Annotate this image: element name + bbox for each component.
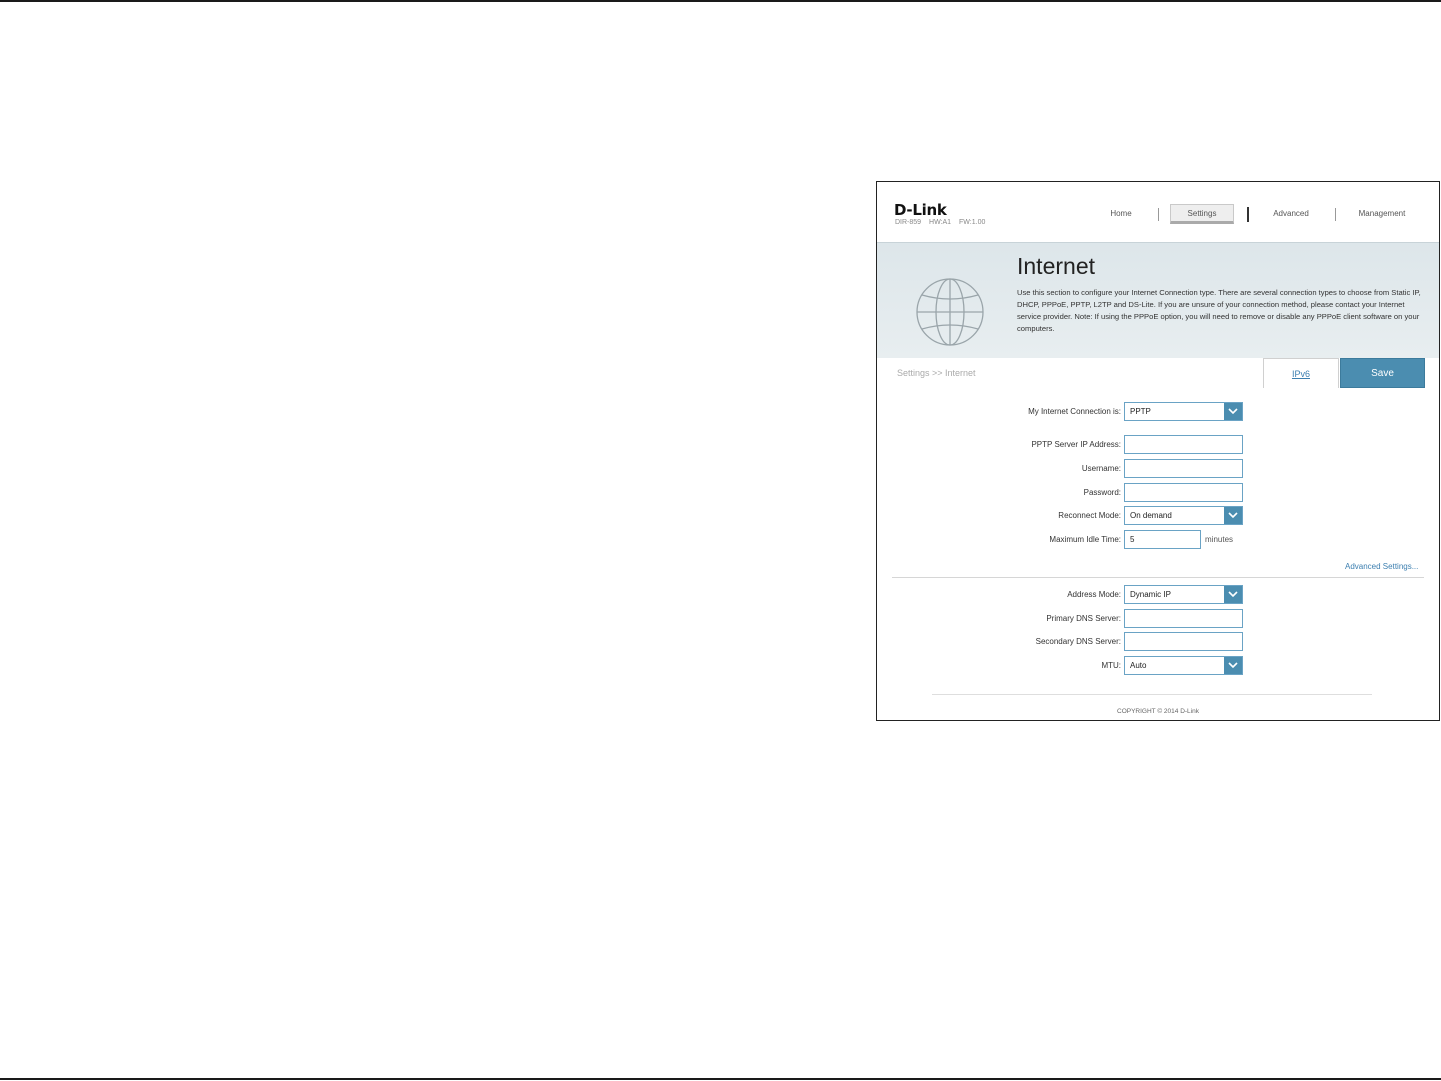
address-mode-select[interactable]: Dynamic IP — [1124, 585, 1243, 604]
connection-type-row: My Internet Connection is: PPTP — [877, 402, 1439, 422]
mtu-label: MTU: — [1101, 661, 1121, 670]
username-row: Username: — [877, 459, 1439, 479]
nav-separator — [1335, 208, 1336, 221]
username-input[interactable] — [1124, 459, 1243, 478]
page-description: Use this section to configure your Inter… — [1017, 288, 1421, 333]
username-label: Username: — [1081, 464, 1121, 473]
primary-dns-label: Primary DNS Server: — [1046, 614, 1121, 623]
nav-settings[interactable]: Settings — [1170, 204, 1234, 224]
nav-separator — [1247, 207, 1249, 222]
mtu-row: MTU: Auto — [877, 656, 1439, 676]
password-label: Password: — [1083, 488, 1121, 497]
secondary-dns-row: Secondary DNS Server: — [877, 632, 1439, 652]
nav-management[interactable]: Management — [1347, 204, 1417, 224]
dlink-logo: D-Link — [894, 201, 947, 219]
address-mode-label: Address Mode: — [1067, 590, 1121, 599]
nav-home[interactable]: Home — [1099, 204, 1143, 224]
copyright: COPYRIGHT © 2014 D-Link — [1117, 708, 1199, 715]
mtu-value: Auto — [1130, 661, 1147, 670]
address-mode-value: Dynamic IP — [1130, 590, 1171, 599]
nav-advanced[interactable]: Advanced — [1263, 204, 1319, 224]
page-title: Internet — [1017, 253, 1095, 279]
chevron-down-icon[interactable] — [1224, 403, 1242, 420]
page-top-rule — [0, 0, 1441, 2]
idle-time-row: Maximum Idle Time: 5 minutes — [877, 530, 1439, 550]
idle-time-unit: minutes — [1205, 535, 1234, 544]
secondary-dns-label: Secondary DNS Server: — [1035, 637, 1121, 646]
connection-type-value: PPTP — [1130, 407, 1151, 416]
model-label: DIR-859 — [895, 219, 922, 226]
connection-type-label: My Internet Connection is: — [1028, 407, 1121, 416]
footer-divider — [932, 694, 1372, 695]
chevron-down-icon[interactable] — [1224, 657, 1242, 674]
idle-time-input[interactable]: 5 — [1124, 530, 1201, 549]
chevron-down-icon[interactable] — [1224, 507, 1242, 524]
server-ip-row: PPTP Server IP Address: — [877, 435, 1439, 455]
router-settings-window: D-Link DIR-859 HW:A1 FW:1.00 Home Settin… — [876, 181, 1440, 721]
fw-label: FW:1.00 — [959, 219, 986, 226]
nav-separator — [1158, 208, 1159, 221]
hw-label: HW:A1 — [929, 219, 952, 226]
device-info: DIR-859 HW:A1 FW:1.00 — [895, 219, 991, 226]
header: D-Link DIR-859 HW:A1 FW:1.00 Home Settin… — [877, 182, 1439, 242]
page-banner: Internet Use this section to configure y… — [877, 242, 1439, 359]
server-ip-label: PPTP Server IP Address: — [1031, 440, 1121, 449]
save-button[interactable]: Save — [1340, 358, 1425, 388]
page-bottom-rule — [0, 1078, 1441, 1080]
globe-icon — [916, 278, 984, 346]
reconnect-mode-value: On demand — [1130, 511, 1172, 520]
mtu-select[interactable]: Auto — [1124, 656, 1243, 675]
secondary-dns-input[interactable] — [1124, 632, 1243, 651]
reconnect-mode-row: Reconnect Mode: On demand — [877, 506, 1439, 526]
ipv6-tab[interactable]: IPv6 — [1263, 358, 1339, 388]
password-row: Password: — [877, 483, 1439, 503]
breadcrumb: Settings >> Internet — [897, 368, 976, 378]
idle-time-label: Maximum Idle Time: — [1049, 535, 1121, 544]
reconnect-mode-label: Reconnect Mode: — [1058, 511, 1121, 520]
password-input[interactable] — [1124, 483, 1243, 502]
section-divider — [892, 577, 1424, 578]
breadcrumb-bar: Settings >> Internet IPv6 Save — [877, 358, 1439, 388]
address-mode-row: Address Mode: Dynamic IP — [877, 585, 1439, 605]
connection-type-select[interactable]: PPTP — [1124, 402, 1243, 421]
server-ip-input[interactable] — [1124, 435, 1243, 454]
primary-dns-input[interactable] — [1124, 609, 1243, 628]
chevron-down-icon[interactable] — [1224, 586, 1242, 603]
reconnect-mode-select[interactable]: On demand — [1124, 506, 1243, 525]
primary-dns-row: Primary DNS Server: — [877, 609, 1439, 629]
advanced-settings-link[interactable]: Advanced Settings... — [1345, 562, 1418, 571]
